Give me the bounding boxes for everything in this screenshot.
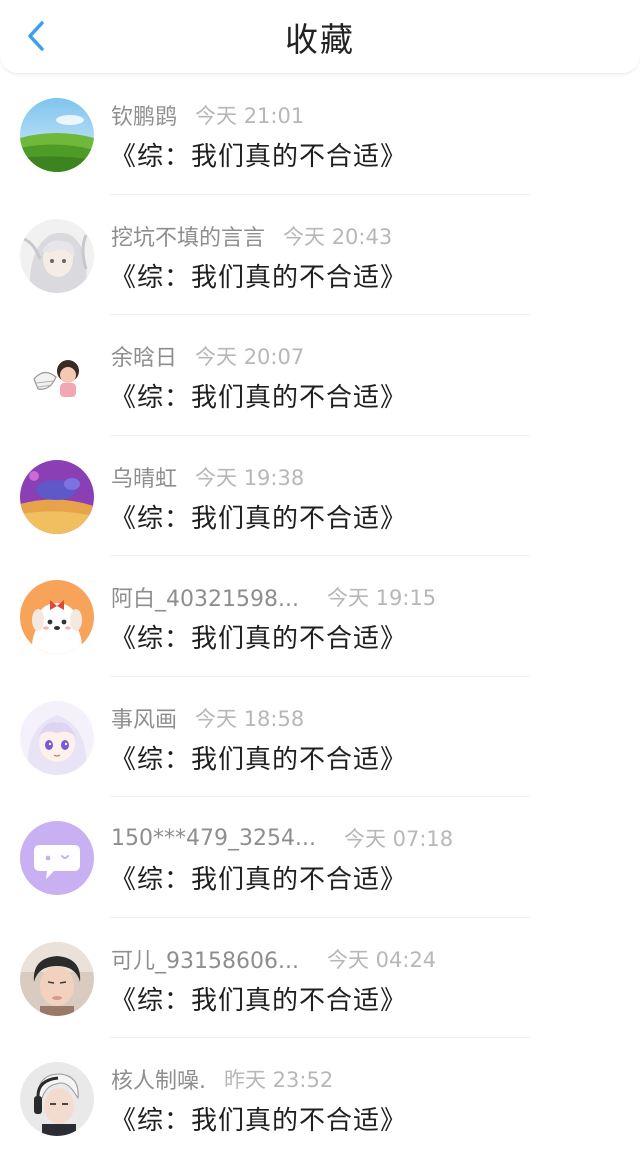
timestamp: 今天 20:43: [283, 224, 393, 249]
user-name[interactable]: 挖坑不填的言言: [111, 220, 265, 252]
user-name[interactable]: 钦鹏鹍: [111, 99, 177, 131]
user-name[interactable]: 乌晴虹: [111, 461, 177, 493]
timestamp: 今天 21:01: [195, 104, 305, 128]
timestamp: 昨天 23:52: [224, 1068, 334, 1092]
book-title[interactable]: 《综：我们真的不合适》: [110, 739, 407, 776]
list-item[interactable]: 150***479_3254... 今天 07:18 《综：我们真的不合适》: [0, 797, 640, 918]
list-item[interactable]: 钦鹏鹍 今天 21:01 《综：我们真的不合适》: [0, 74, 640, 195]
list-item[interactable]: 可儿_93158606... 今天 04:24 《综：我们真的不合适》: [0, 918, 640, 1038]
user-name[interactable]: 事风画: [111, 702, 177, 734]
book-title[interactable]: 《综：我们真的不合适》: [110, 136, 407, 173]
item-meta: 150***479_3254... 今天 07:18: [111, 823, 453, 853]
book-title[interactable]: 《综：我们真的不合适》: [110, 618, 407, 655]
timestamp: 今天 18:58: [195, 706, 305, 731]
avatar[interactable]: [20, 821, 94, 895]
avatar[interactable]: [20, 941, 94, 1016]
item-meta: 阿白_40321598... 今天 19:15: [111, 582, 436, 612]
item-meta: 可儿_93158606... 今天 04:24: [111, 944, 436, 974]
item-meta: 事风画 今天 18:58: [111, 703, 304, 733]
book-title[interactable]: 《综：我们真的不合适》: [110, 257, 407, 294]
timestamp: 今天 04:24: [326, 947, 437, 972]
list-item[interactable]: 阿白_40321598... 今天 19:15 《综：我们真的不合适》: [0, 556, 640, 677]
item-meta: 核人制噪. 昨天 23:52: [111, 1064, 333, 1094]
book-title[interactable]: 《综：我们真的不合适》: [110, 498, 407, 535]
avatar[interactable]: [20, 580, 94, 654]
user-name[interactable]: 可儿_93158606...: [111, 943, 299, 975]
book-title[interactable]: 《综：我们真的不合适》: [110, 377, 407, 414]
avatar[interactable]: [20, 1062, 94, 1136]
favorites-page: 收藏 钦鹏鹍 今天 21:01 《综：我们真的不合适》 挖坑不填的言言 今天 2…: [0, 0, 640, 1159]
avatar[interactable]: [20, 459, 94, 534]
book-title[interactable]: 《综：我们真的不合适》: [110, 980, 407, 1017]
list-item[interactable]: 余晗日 今天 20:07 《综：我们真的不合适》: [0, 315, 640, 436]
timestamp: 今天 20:07: [195, 345, 305, 369]
item-meta: 钦鹏鹍 今天 21:01: [111, 100, 304, 130]
user-name[interactable]: 核人制噪.: [111, 1063, 206, 1095]
page-title: 收藏: [285, 20, 355, 59]
avatar[interactable]: [20, 700, 94, 775]
item-meta: 乌晴虹 今天 19:38: [111, 462, 304, 492]
user-name[interactable]: 余晗日: [111, 340, 177, 372]
user-name[interactable]: 150***479_3254...: [111, 826, 316, 851]
list-item[interactable]: 挖坑不填的言言 今天 20:43 《综：我们真的不合适》: [0, 195, 640, 315]
book-title[interactable]: 《综：我们真的不合适》: [110, 859, 407, 896]
item-meta: 挖坑不填的言言 今天 20:43: [111, 221, 392, 251]
list-item[interactable]: 乌晴虹 今天 19:38 《综：我们真的不合适》: [0, 436, 640, 556]
avatar[interactable]: [20, 339, 94, 413]
list-item[interactable]: 核人制噪. 昨天 23:52 《综：我们真的不合适》: [0, 1038, 640, 1159]
item-meta: 余晗日 今天 20:07: [111, 341, 304, 371]
top-bar: 收藏: [0, 0, 640, 74]
avatar[interactable]: [20, 98, 94, 172]
user-name[interactable]: 阿白_40321598...: [111, 581, 299, 613]
favorites-list: 钦鹏鹍 今天 21:01 《综：我们真的不合适》 挖坑不填的言言 今天 20:4…: [0, 74, 640, 1159]
timestamp: 今天 07:18: [343, 827, 454, 851]
book-title[interactable]: 《综：我们真的不合适》: [110, 1100, 407, 1137]
list-item[interactable]: 事风画 今天 18:58 《综：我们真的不合适》: [0, 677, 640, 797]
timestamp: 今天 19:15: [326, 586, 437, 610]
avatar[interactable]: [20, 218, 94, 293]
timestamp: 今天 19:38: [195, 465, 305, 490]
